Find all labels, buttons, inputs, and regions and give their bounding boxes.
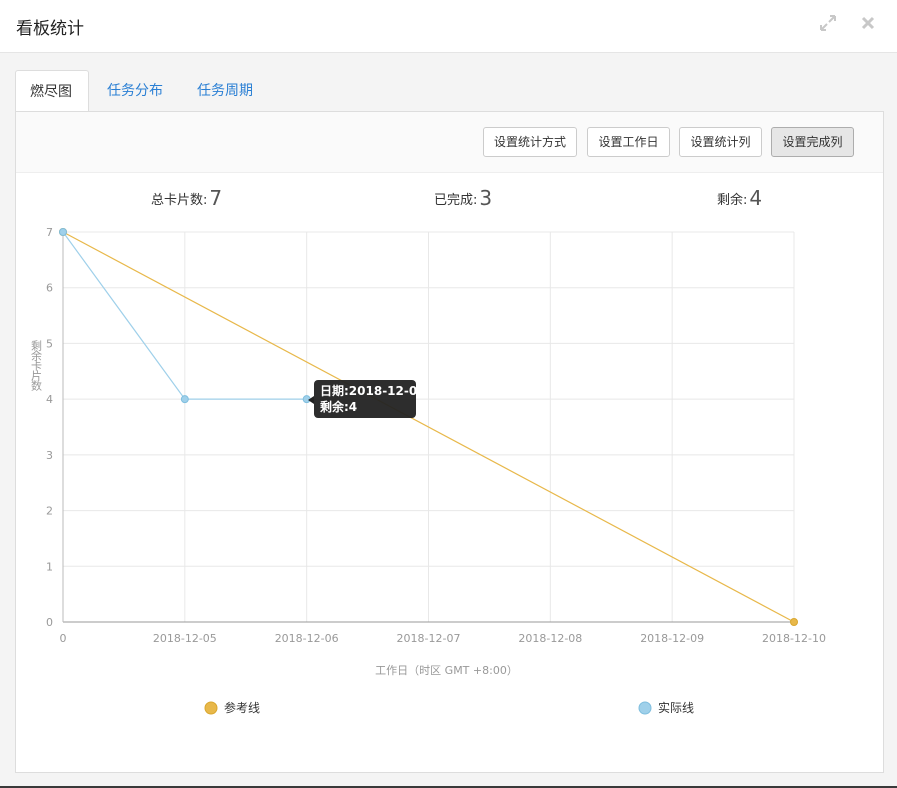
data-point (790, 618, 798, 626)
tab-bar: 燃尽图 任务分布 任务周期 (15, 70, 884, 112)
x-tick-label: 2018-12-06 (275, 632, 339, 645)
x-tick-label: 2018-12-10 (762, 632, 826, 645)
modal-header: 看板统计 (0, 0, 897, 53)
expand-icon[interactable] (817, 12, 839, 34)
y-axis-title: 剩余卡片数 (30, 340, 43, 392)
legend-label-0: 参考线 (224, 700, 260, 715)
x-tick-label: 2018-12-09 (640, 632, 704, 645)
legend-marker-1 (638, 701, 652, 715)
data-point (59, 228, 67, 236)
y-tick-label: 4 (46, 393, 53, 406)
x-tick-label: 2018-12-07 (397, 632, 461, 645)
close-icon[interactable] (857, 12, 879, 34)
tooltip-line-2: 剩余:4 (320, 399, 357, 414)
data-point (180, 395, 189, 404)
x-tick-label: 0 (60, 632, 67, 645)
y-tick-label: 3 (46, 449, 53, 462)
burndown-panel: 设置统计方式 设置工作日 设置统计列 设置完成列 总卡片数: 7 已完成: 3 剩余… (15, 111, 884, 773)
x-axis-title: 工作日（时区 GMT +8:00） (375, 664, 518, 677)
y-tick-label: 2 (46, 505, 53, 518)
y-tick-label: 5 (46, 337, 53, 350)
data-point (302, 395, 311, 404)
modal-title: 看板统计 (16, 19, 84, 39)
tooltip-line-1: 日期:2018-12-06 (320, 383, 426, 398)
tab-task-cycle[interactable]: 任务周期 (183, 70, 267, 112)
y-tick-label: 6 (46, 282, 53, 295)
x-tick-label: 2018-12-08 (518, 632, 582, 645)
y-tick-label: 1 (46, 560, 53, 573)
legend-label-1: 实际线 (658, 700, 694, 715)
x-tick-label: 2018-12-05 (153, 632, 217, 645)
tab-task-distribution[interactable]: 任务分布 (93, 70, 177, 112)
y-tick-label: 0 (46, 616, 53, 629)
board-stats-modal: 看板统计 燃尽图 任务分布 任务周期 设置统计方式 设置工作日 设置统计列 设置… (0, 0, 897, 786)
tab-burndown[interactable]: 燃尽图 (15, 70, 89, 112)
legend-marker-0 (204, 701, 218, 715)
burndown-chart: 0 1 2 3 4 5 6 7 0 2018-12-05 2018-12-06 2018-12-07 2… (30, 226, 826, 715)
y-tick-label: 7 (46, 226, 53, 239)
